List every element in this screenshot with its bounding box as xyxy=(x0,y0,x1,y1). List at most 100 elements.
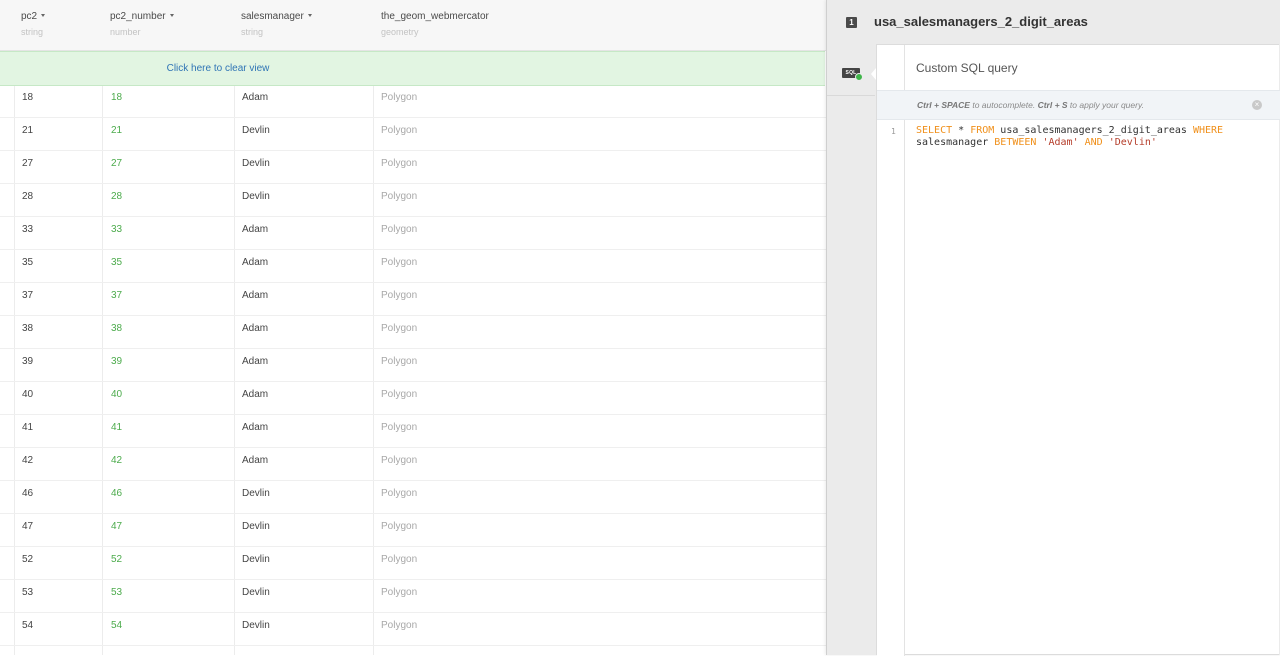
cell-geometry[interactable]: Polygon xyxy=(381,283,417,316)
cell-pc2[interactable]: 27 xyxy=(22,151,33,184)
cell-salesmanager[interactable]: Adam xyxy=(242,349,268,382)
cell-pc2-number[interactable]: 46 xyxy=(111,481,122,514)
column-header-the-geom-webmercator[interactable]: the_geom_webmercator geometry xyxy=(381,10,489,39)
cell-pc2[interactable]: 35 xyxy=(22,250,33,283)
column-header-pc2-number[interactable]: pc2_number number xyxy=(110,10,174,39)
sql-query-text[interactable]: SELECT * FROM usa_salesmanagers_2_digit_… xyxy=(916,125,1271,148)
cell-salesmanager[interactable]: Devlin xyxy=(242,118,270,151)
cell-pc2[interactable]: 28 xyxy=(22,184,33,217)
cell-pc2[interactable]: 54 xyxy=(22,613,33,646)
sort-caret-icon[interactable] xyxy=(41,14,46,17)
table-row[interactable]: 38 38 Adam Polygon xyxy=(0,316,826,349)
cell-pc2-number[interactable]: 39 xyxy=(111,349,122,382)
cell-geometry[interactable]: Polygon xyxy=(381,250,417,283)
cell-pc2[interactable]: 37 xyxy=(22,283,33,316)
cell-pc2-number[interactable]: 18 xyxy=(111,85,122,118)
cell-pc2[interactable]: 40 xyxy=(22,382,33,415)
cell-pc2-number[interactable]: 54 xyxy=(111,613,122,646)
table-row[interactable]: 27 27 Devlin Polygon xyxy=(0,151,826,184)
table-row[interactable]: 33 33 Adam Polygon xyxy=(0,217,826,250)
cell-pc2-number[interactable]: 33 xyxy=(111,217,122,250)
cell-pc2-number[interactable]: 21 xyxy=(111,118,122,151)
cell-pc2[interactable]: 53 xyxy=(22,580,33,613)
cell-pc2[interactable]: 18 xyxy=(22,85,33,118)
table-row[interactable]: 21 21 Devlin Polygon xyxy=(0,118,826,151)
table-row[interactable]: 46 46 Devlin Polygon xyxy=(0,481,826,514)
column-header-salesmanager[interactable]: salesmanager string xyxy=(241,10,312,39)
cell-salesmanager[interactable]: Devlin xyxy=(242,151,270,184)
cell-geometry[interactable]: Polygon xyxy=(381,316,417,349)
cell-salesmanager[interactable]: Devlin xyxy=(242,547,270,580)
cell-pc2[interactable]: 42 xyxy=(22,448,33,481)
table-row[interactable]: 52 52 Devlin Polygon xyxy=(0,547,826,580)
sql-string: 'Devlin' xyxy=(1108,136,1157,148)
cell-geometry[interactable]: Polygon xyxy=(381,547,417,580)
cell-pc2-number[interactable]: 47 xyxy=(111,514,122,547)
cell-salesmanager[interactable]: Devlin xyxy=(242,580,270,613)
cell-geometry[interactable]: Polygon xyxy=(381,613,417,646)
table-row[interactable]: 18 18 Adam Polygon xyxy=(0,85,826,118)
cell-pc2[interactable]: 52 xyxy=(22,547,33,580)
table-row[interactable]: 39 39 Adam Polygon xyxy=(0,349,826,382)
table-row[interactable]: 28 28 Devlin Polygon xyxy=(0,184,826,217)
cell-geometry[interactable]: Polygon xyxy=(381,448,417,481)
cell-geometry[interactable]: Polygon xyxy=(381,481,417,514)
cell-salesmanager[interactable]: Adam xyxy=(242,415,268,448)
cell-salesmanager[interactable]: Adam xyxy=(242,316,268,349)
cell-geometry[interactable]: Polygon xyxy=(381,151,417,184)
cell-pc2-number[interactable]: 38 xyxy=(111,316,122,349)
cell-pc2-number[interactable]: 37 xyxy=(111,283,122,316)
cell-salesmanager[interactable]: Adam xyxy=(242,283,268,316)
cell-pc2-number[interactable]: 35 xyxy=(111,250,122,283)
table-row[interactable]: 37 37 Adam Polygon xyxy=(0,283,826,316)
cell-salesmanager[interactable]: Devlin xyxy=(242,514,270,547)
cell-salesmanager[interactable]: Devlin xyxy=(242,481,270,514)
sort-caret-icon[interactable] xyxy=(307,14,312,17)
sort-caret-icon[interactable] xyxy=(169,14,174,17)
column-header-pc2[interactable]: pc2 string xyxy=(21,10,46,39)
cell-salesmanager[interactable]: Adam xyxy=(242,250,268,283)
sql-code-editor[interactable]: 1 SELECT * FROM usa_salesmanagers_2_digi… xyxy=(877,125,1280,625)
cell-pc2[interactable]: 46 xyxy=(22,481,33,514)
cell-salesmanager[interactable]: Adam xyxy=(242,448,268,481)
sql-tab-icon[interactable]: SQL xyxy=(842,68,863,81)
cell-pc2[interactable]: 38 xyxy=(22,316,33,349)
cell-geometry[interactable]: Polygon xyxy=(381,415,417,448)
table-row[interactable]: 41 41 Adam Polygon xyxy=(0,415,826,448)
cell-salesmanager[interactable]: Adam xyxy=(242,85,268,118)
cell-salesmanager[interactable]: Devlin xyxy=(242,184,270,217)
table-row[interactable]: 47 47 Devlin Polygon xyxy=(0,514,826,547)
cell-pc2-number[interactable]: 52 xyxy=(111,547,122,580)
cell-pc2[interactable]: 41 xyxy=(22,415,33,448)
table-row[interactable]: 35 35 Adam Polygon xyxy=(0,250,826,283)
clear-view-link[interactable]: Click here to clear view xyxy=(0,52,436,85)
table-row[interactable]: 54 54 Devlin Polygon xyxy=(0,613,826,646)
cell-geometry[interactable]: Polygon xyxy=(381,382,417,415)
cell-pc2-number[interactable]: 40 xyxy=(111,382,122,415)
cell-geometry[interactable]: Polygon xyxy=(381,580,417,613)
cell-salesmanager[interactable]: Devlin xyxy=(242,613,270,646)
table-row[interactable]: 42 42 Adam Polygon xyxy=(0,448,826,481)
filtered-view-banner: Click here to clear view xyxy=(0,51,825,86)
applied-status-dot-icon xyxy=(855,73,863,81)
cell-salesmanager[interactable]: Adam xyxy=(242,217,268,250)
cell-pc2-number[interactable]: 28 xyxy=(111,184,122,217)
cell-geometry[interactable]: Polygon xyxy=(381,184,417,217)
cell-geometry[interactable]: Polygon xyxy=(381,217,417,250)
cell-pc2-number[interactable]: 53 xyxy=(111,580,122,613)
cell-geometry[interactable]: Polygon xyxy=(381,118,417,151)
cell-pc2-number[interactable]: 27 xyxy=(111,151,122,184)
cell-geometry[interactable]: Polygon xyxy=(381,349,417,382)
close-hint-icon[interactable]: × xyxy=(1252,100,1262,110)
cell-pc2[interactable]: 39 xyxy=(22,349,33,382)
cell-pc2[interactable]: 47 xyxy=(22,514,33,547)
cell-pc2-number[interactable]: 42 xyxy=(111,448,122,481)
cell-pc2-number[interactable]: 41 xyxy=(111,415,122,448)
cell-salesmanager[interactable]: Adam xyxy=(242,382,268,415)
cell-geometry[interactable]: Polygon xyxy=(381,85,417,118)
cell-pc2[interactable]: 33 xyxy=(22,217,33,250)
table-row[interactable]: 40 40 Adam Polygon xyxy=(0,382,826,415)
cell-pc2[interactable]: 21 xyxy=(22,118,33,151)
table-row[interactable]: 53 53 Devlin Polygon xyxy=(0,580,826,613)
cell-geometry[interactable]: Polygon xyxy=(381,514,417,547)
